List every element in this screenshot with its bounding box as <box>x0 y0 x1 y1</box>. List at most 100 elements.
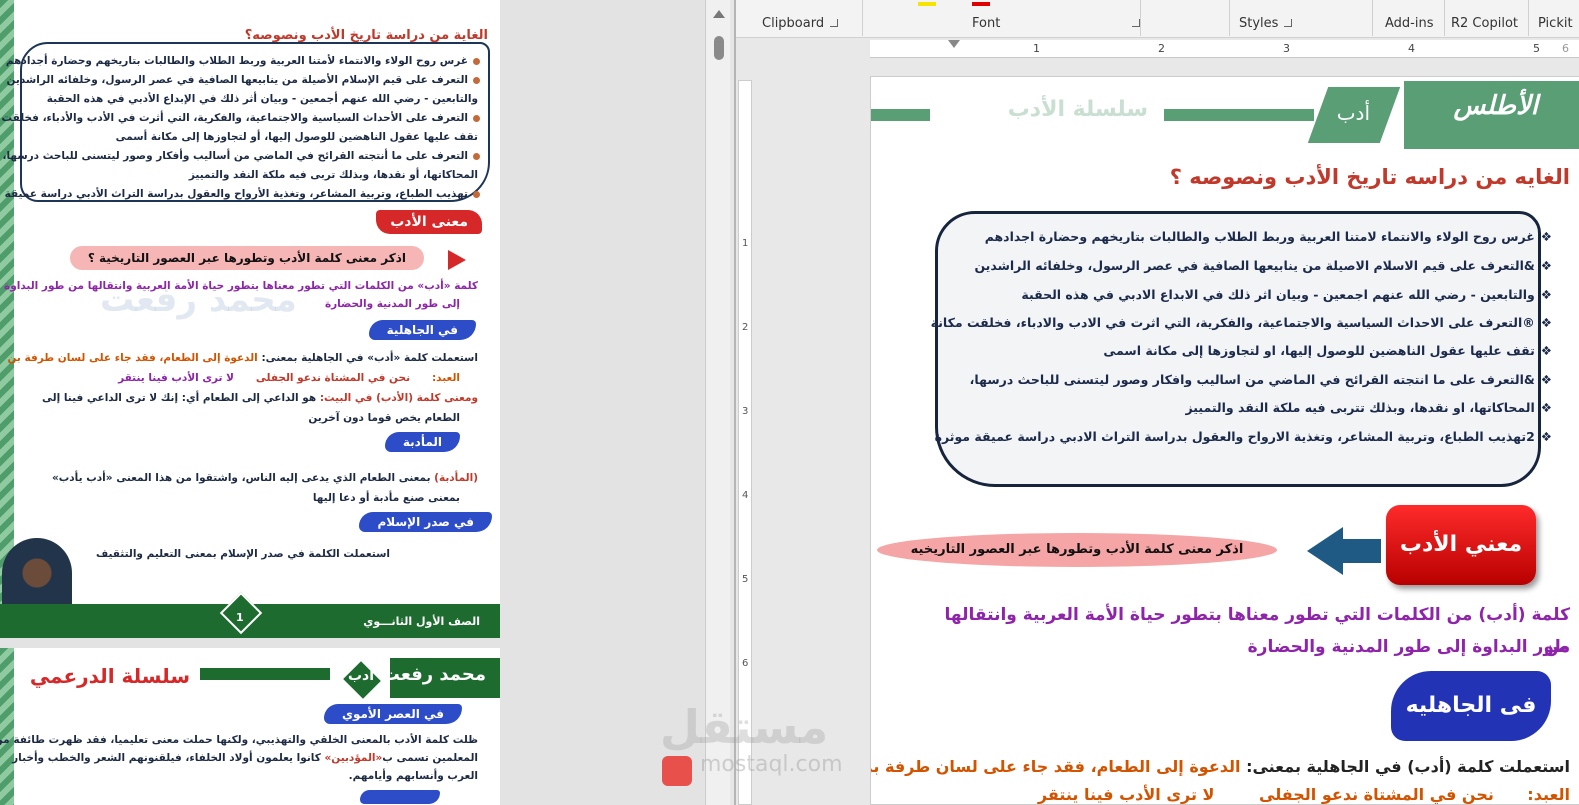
pdf-goal-4-cont: المحاكاتها، أو نقدها، وبذلك تربى فيه ملك… <box>188 169 478 181</box>
highlight-color-icon[interactable] <box>918 2 936 6</box>
diamond-bullet-icon: ❖ <box>1540 315 1552 330</box>
ribbon-group-pickit[interactable]: Pickit <box>1538 16 1573 31</box>
diamond-bullet-icon: ❖ <box>1540 343 1552 358</box>
pdf-viewer: محمد رفعت الغاية من دراسة تاريخ الأدب ون… <box>0 0 730 805</box>
pdf-goal-3-cont: تقف عليها عقول الناهضين للوصول إليها، أو… <box>115 131 478 143</box>
horizontal-ruler[interactable]: 1 2 3 4 5 6 <box>870 40 1579 58</box>
ruler-tick: 4 <box>742 490 749 501</box>
ribbon: Clipboard Font Styles Add-ins R2 Copilot… <box>736 0 1579 38</box>
verse-line-2: الطعام يخص قوما دون آخرين <box>308 412 460 424</box>
doc-goal-6[interactable]: ❖&التعرف على ما انتجته القرائح في الماضي… <box>970 372 1552 387</box>
pdf-scrollbar[interactable] <box>705 0 730 805</box>
question-oval[interactable]: اذكر معنى كلمة الأدب وتطورها عبر العصور … <box>877 533 1277 567</box>
jahiliya-shape[interactable]: فى الجاهليه <box>1391 671 1551 741</box>
def-line-2[interactable]: طور البداوة إلى طور المدنية والحضارة <box>930 631 1570 663</box>
diamond-bullet-icon: ❖ <box>1540 429 1552 444</box>
bullet-icon <box>473 76 480 84</box>
bullet-icon <box>473 114 480 122</box>
meaning-of-literature-shape[interactable]: معني الأدب <box>1386 505 1536 585</box>
font-color-icon[interactable] <box>972 2 990 6</box>
word-window: Clipboard Font Styles Add-ins R2 Copilot… <box>734 0 1579 805</box>
dialog-launcher-icon[interactable] <box>1284 19 1293 27</box>
jahiliya-line-1: استعملت كلمة «أدب» في الجاهلية بمعنى: ال… <box>7 352 478 364</box>
jahiliya-line-2[interactable]: العبد: نحن في المشتاة ندعو الجفلى لا ترى… <box>1038 785 1570 804</box>
ma2duba-line-2: بمعنى صنع مأدبة أو دعا إليها <box>312 492 460 504</box>
question-pill: اذكر معنى كلمة الأدب وتطورها عبر العصور … <box>69 246 424 270</box>
header-stripe <box>1164 109 1314 121</box>
pdf-goal-4: التعرف على ما أنتجته القرائح في الماضي م… <box>2 150 480 162</box>
doc-goal-2[interactable]: ❖&التعرف على قيم الاسلام الاصيلة من يناب… <box>974 258 1552 273</box>
ribbon-group-clipboard[interactable]: Clipboard <box>762 16 839 31</box>
verse-line-1: ومعنى كلمة (الأدب) في البيت: هو الداعي إ… <box>42 392 478 404</box>
scroll-thumb[interactable] <box>714 36 724 60</box>
umayyad-label: في العصر الأموي <box>323 704 462 724</box>
ruler-tick: 1 <box>1033 42 1040 55</box>
doc-title[interactable]: الغايه من دراسه تاريخ الأدب ونصوصه ؟ <box>1170 165 1570 189</box>
ma2duba-line-1: (المأدبة) بمعنى الطعام الذي يدعى إليه ال… <box>51 472 478 484</box>
mostaql-url-watermark: mostaql.com <box>700 752 843 777</box>
pdf-goal-2-cont: والتابعين - رضي الله عنهم أجمعين - وبيان… <box>46 93 478 105</box>
footer-grade: الصف الأول الثانـــوي <box>363 615 480 628</box>
bullet-icon <box>473 152 480 160</box>
ribbon-separator <box>1372 0 1373 36</box>
ribbon-group-font[interactable]: Font <box>972 16 1000 31</box>
vertical-ruler[interactable]: 1 2 3 4 5 6 <box>736 60 754 805</box>
pdf-goal-2: التعرف على قيم الإسلام الأصيلة من ينابيع… <box>6 74 480 86</box>
jahiliya-label: في الجاهلية <box>368 320 476 340</box>
doc-goal-1[interactable]: ❖غرس روح الولاء والانتماء لامتنا العربية… <box>985 229 1552 244</box>
header-subject: أدب <box>1336 101 1370 125</box>
doc-goal-3[interactable]: ❖والتابعين - رضي الله عنهم اجمعين - وبيا… <box>1021 287 1552 302</box>
header-green-stripe <box>200 668 330 680</box>
doc-goal-7[interactable]: ❖المحاكاتها، او نقدها، وبذلك تتربى فيه م… <box>1185 400 1552 415</box>
header-teacher-name: محمد رفعت <box>381 664 486 685</box>
ribbon-group-addins[interactable]: Add-ins <box>1385 16 1433 31</box>
ruler-track <box>738 80 752 805</box>
def-line-1: كلمة «أدب» من الكلمات التي تطور معناها ب… <box>4 280 478 292</box>
pdf-goal-5: تهذيب الطباع، وتربية المشاعر، وتغذية الأ… <box>0 188 480 200</box>
diamond-bullet-icon: ❖ <box>1540 229 1552 244</box>
next-section-label <box>360 790 440 804</box>
ruler-tick: 6 <box>742 658 749 669</box>
doc-goal-8[interactable]: ❖2تهذيب الطباع، وتربية المشاعر، وتغذية ا… <box>935 429 1552 444</box>
left-arrow-icon <box>1307 527 1343 575</box>
indent-marker-icon[interactable] <box>948 40 960 58</box>
ruler-tick: 3 <box>742 406 749 417</box>
dialog-launcher-icon[interactable] <box>1132 19 1140 27</box>
page-decorative-border <box>0 0 14 638</box>
pdf-goal-3: التعرف على الأحداث السياسية والاجتماعية،… <box>0 112 480 124</box>
islam-line: استعملت الكلمة في صدر الإسلام بمعنى التع… <box>95 548 390 560</box>
bullet-icon <box>473 57 480 65</box>
ribbon-separator <box>1140 0 1141 36</box>
document-page[interactable]: الأطلس أدب سلسلة الأدب الغايه من دراسه ت… <box>870 76 1579 805</box>
ruler-tick: 2 <box>742 322 749 333</box>
umayyad-line-3: العرب وأنسابهم وأيامهم. <box>348 770 478 782</box>
ruler-tick: 3 <box>1283 42 1290 55</box>
scroll-up-icon[interactable] <box>713 10 725 18</box>
diamond-bullet-icon: ❖ <box>1540 400 1552 415</box>
umayyad-line-1: ظلت كلمة الأدب بالمعنى الخلقي والتهذيبي،… <box>0 734 478 746</box>
pdf-icon <box>662 756 692 786</box>
header-logo: الأطلس <box>1453 91 1539 121</box>
page-decorative-border <box>0 648 14 805</box>
ribbon-group-copilot[interactable]: R2 Copilot <box>1451 16 1518 31</box>
ruler-tick: 5 <box>742 574 749 585</box>
page-number: 1 <box>236 611 244 624</box>
ribbon-separator <box>1528 0 1529 36</box>
arrow-icon <box>448 250 466 270</box>
doc-goal-5[interactable]: ❖تقف عليها عقول الناهضين للوصول إليها، ا… <box>1103 343 1552 358</box>
mostaql-watermark: مستقل <box>660 700 829 754</box>
pdf-page-2: محمد رفعت أدب سلسلة الدرعمي في العصر الأ… <box>0 648 500 805</box>
ma2duba-label: المأدبة <box>384 432 460 452</box>
pdf-title: الغاية من دراسة تاريخ الأدب ونصوصه؟ <box>244 28 488 43</box>
font-dialog-launcher[interactable] <box>1126 16 1140 31</box>
ruler-tick: 5 <box>1533 42 1540 55</box>
jahiliya-line-1[interactable]: استعملت كلمة (أدب) في الجاهلية بمعنى: ال… <box>871 757 1570 776</box>
doc-goal-4[interactable]: ❖®التعرف على الاحداث السياسية والاجتماعي… <box>931 315 1552 330</box>
pdf-goal-1: غرس روح الولاء والانتماء لأمتنا العربية … <box>6 55 480 67</box>
header-series: سلسلة الأدب <box>1007 97 1148 122</box>
dialog-launcher-icon[interactable] <box>830 19 839 27</box>
ribbon-group-styles[interactable]: Styles <box>1239 16 1293 31</box>
jahiliya-line-2: العبد: نحن في المشتاة ندعو الجفلى لا ترى… <box>118 372 460 384</box>
ruler-tick: 6 <box>1562 42 1569 55</box>
diamond-bullet-icon: ❖ <box>1540 258 1552 273</box>
